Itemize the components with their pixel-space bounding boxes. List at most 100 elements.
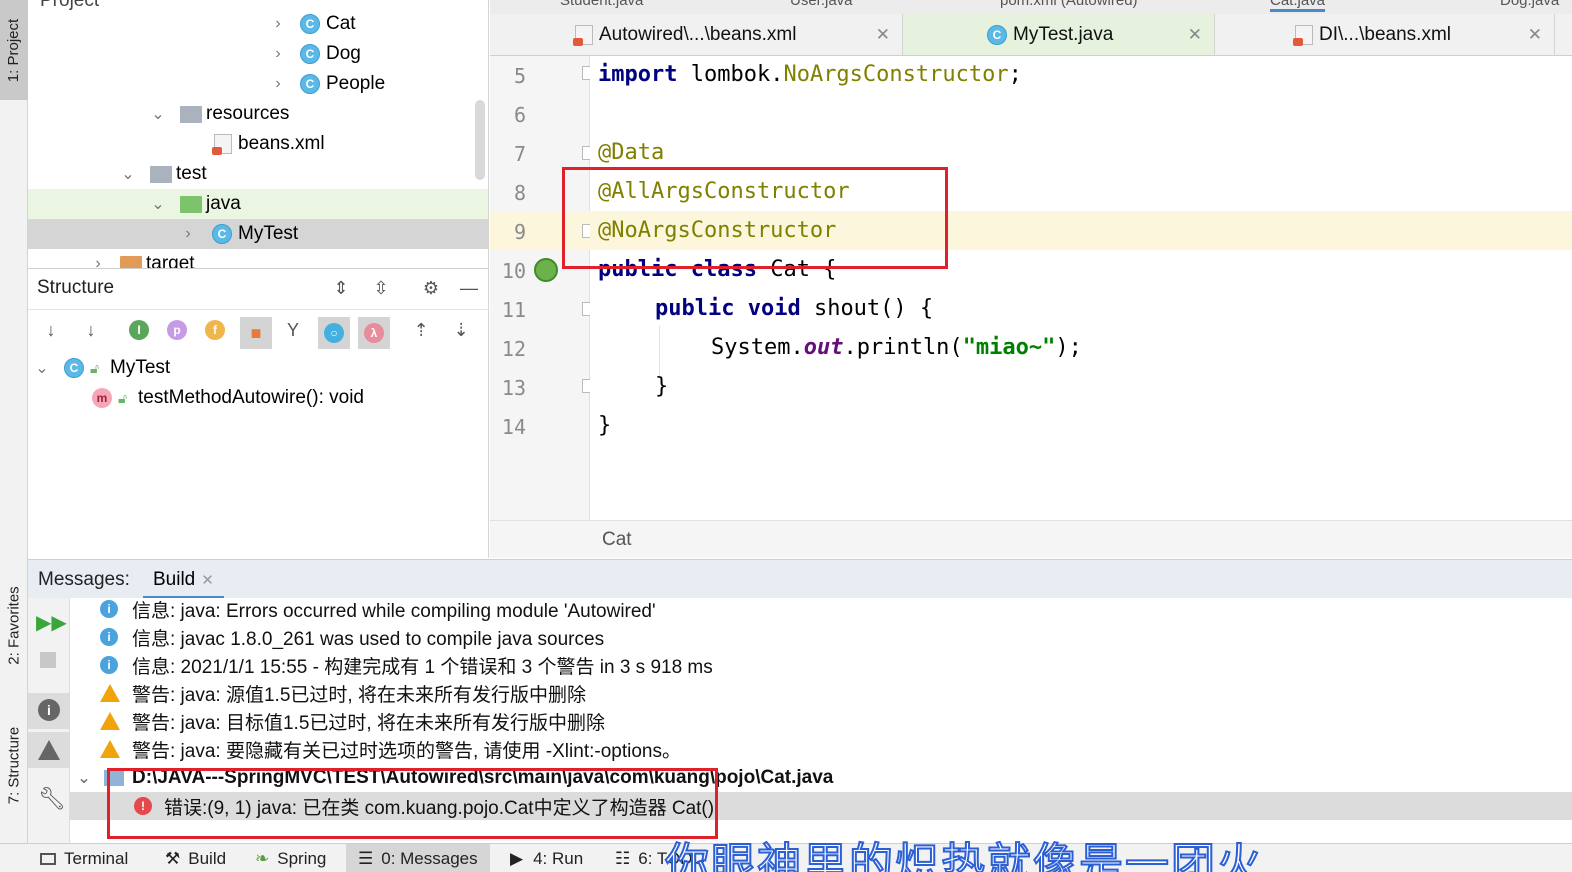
tree-item-target[interactable]: › target: [28, 249, 488, 268]
code-line-8: @AllArgsConstructor: [598, 179, 850, 204]
top-tab-student[interactable]: Student.java: [560, 0, 643, 9]
messages-icon: ☰: [358, 848, 374, 868]
code-editor[interactable]: import lombok.NoArgsConstructor; @Data @…: [590, 56, 1572, 520]
show-warnings-toggle[interactable]: [28, 732, 70, 768]
tree-item-mytest[interactable]: › C MyTest: [28, 219, 488, 249]
structure-tool-tab[interactable]: 7: Structure: [0, 700, 28, 830]
breadcrumb[interactable]: Cat: [490, 520, 1572, 558]
structure-root[interactable]: ⌄ C 🔓︎ MyTest: [28, 353, 489, 383]
chevron-down-icon[interactable]: ⌄: [74, 768, 94, 788]
messages-header: Messages: Build ✕: [28, 559, 1572, 599]
wrench-icon[interactable]: 🔧︎: [38, 786, 66, 812]
chevron-right-icon[interactable]: ›: [268, 15, 288, 33]
message-file-row[interactable]: ⌄ D:\JAVA---SpringMVC\TEST\Autowired\src\…: [74, 764, 833, 792]
top-tab-cat[interactable]: Cat.java: [1270, 0, 1326, 12]
sort-alphabetically-icon[interactable]: ↓: [78, 317, 104, 343]
code-line-11: public void shout() {: [655, 296, 934, 321]
line-number: 9: [513, 220, 526, 244]
message-row[interactable]: i 信息: 2021/1/1 15:55 - 构建完成有 1 个错误和 3 个警告…: [100, 651, 713, 679]
close-icon[interactable]: ✕: [201, 572, 214, 589]
structure-panel: Structure ⇕ ⇳ ⚙ — ↓ ↓ I p f ■ Y ○ λ ⇡ ⇣ …: [28, 268, 489, 558]
minimize-icon[interactable]: —: [456, 275, 482, 301]
line-number: 5: [513, 64, 526, 88]
chevron-down-icon[interactable]: ⌄: [118, 164, 138, 184]
structure-method[interactable]: m 🔓︎ testMethodAutowire(): void: [28, 383, 489, 413]
show-inherited-icon[interactable]: I: [126, 317, 152, 343]
resources-folder-icon: [180, 105, 202, 123]
test-folder-icon: [180, 195, 202, 213]
warning-icon: [38, 740, 60, 760]
project-tool-tab[interactable]: 1: Project: [0, 0, 28, 100]
tab-run[interactable]: ▶ 4: Run: [510, 844, 583, 872]
tree-item-resources[interactable]: ⌄ resources: [28, 99, 488, 129]
lock-open-icon: 🔓︎: [118, 389, 128, 406]
rerun-icon[interactable]: ▶▶: [36, 610, 67, 635]
top-tab-pom[interactable]: pom.xml (Autowired): [1000, 0, 1138, 9]
show-properties-icon[interactable]: p: [164, 317, 190, 343]
tree-item-people[interactable]: › C People: [28, 69, 488, 99]
tab-di-beans-xml[interactable]: DI\...\beans.xml ✕: [1215, 14, 1555, 55]
line-number: 13: [501, 376, 526, 400]
tab-mytest-java[interactable]: C MyTest.java ✕: [903, 14, 1215, 55]
message-row[interactable]: 警告: java: 源值1.5已过时, 将在未来所有发行版中删除: [100, 679, 586, 707]
project-scrollbar[interactable]: [475, 100, 485, 180]
tab-autowired-beans-xml[interactable]: Autowired\...\beans.xml ✕: [565, 14, 903, 55]
show-anonymous-icon[interactable]: Y: [280, 317, 306, 343]
message-error-row[interactable]: ! 错误:(9, 1) java: 已在类 com.kuang.pojo.Cat中…: [134, 792, 714, 820]
code-line-5: import lombok.NoArgsConstructor;: [598, 62, 1022, 87]
spring-bean-gutter-icon[interactable]: [534, 258, 558, 282]
message-row[interactable]: 警告: java: 要隐藏有关已过时选项的警告, 请使用 -Xlint:-opt…: [100, 735, 681, 763]
show-fields-icon[interactable]: f: [202, 317, 228, 343]
tree-item-cat[interactable]: › C Cat: [28, 9, 488, 39]
message-row[interactable]: 警告: java: 目标值1.5已过时, 将在未来所有发行版中删除: [100, 707, 605, 735]
left-tool-stripe: 1: Project 2: Favorites 7: Structure: [0, 0, 28, 843]
tab-spring[interactable]: ❧ Spring: [255, 844, 326, 872]
top-tab-row: Student.java User.java pom.xml (Autowire…: [490, 0, 1572, 14]
top-tab-user[interactable]: User.java: [790, 0, 853, 9]
chevron-right-icon[interactable]: ›: [88, 255, 108, 268]
message-row[interactable]: i 信息: javac 1.8.0_261 was used to compile…: [100, 623, 604, 651]
show-info-toggle[interactable]: i: [28, 693, 70, 729]
tab-messages[interactable]: ☰ 0: Messages: [346, 844, 490, 872]
chevron-right-icon[interactable]: ›: [178, 225, 198, 243]
lambda-icon[interactable]: λ: [358, 317, 390, 349]
line-number: 6: [513, 103, 526, 127]
tree-item-java[interactable]: ⌄ java: [28, 189, 488, 219]
tree-item-dog[interactable]: › C Dog: [28, 39, 488, 69]
autoscroll-from-source-icon[interactable]: ⇣: [448, 317, 474, 343]
sort-by-visibility-icon[interactable]: ↓: [38, 317, 64, 343]
info-icon: i: [38, 699, 60, 721]
gear-icon[interactable]: ⚙: [418, 275, 444, 301]
line-number: 10: [501, 259, 526, 283]
chevron-right-icon[interactable]: ›: [268, 75, 288, 93]
editor-tabs: Student.java User.java pom.xml (Autowire…: [490, 0, 1572, 56]
autoscroll-to-source-icon[interactable]: ⇡: [408, 317, 434, 343]
close-icon[interactable]: ✕: [1528, 25, 1542, 45]
tab-terminal[interactable]: Terminal: [40, 844, 128, 872]
tree-item-test[interactable]: ⌄ test: [28, 159, 488, 189]
class-icon: C: [300, 14, 320, 34]
top-tab-dog[interactable]: Dog.java: [1500, 0, 1559, 9]
video-subtitle: 你眼神里的炽热就像是一团火: [664, 839, 1263, 872]
show-lambdas-icon[interactable]: ○: [318, 317, 350, 349]
chevron-down-icon[interactable]: ⌄: [148, 104, 168, 124]
message-row[interactable]: i 信息: java: Errors occurred while compili…: [100, 595, 656, 623]
list-icon: ☷: [615, 848, 631, 868]
stop-icon[interactable]: [40, 652, 56, 668]
test-class-icon: C: [987, 25, 1007, 45]
chevron-down-icon[interactable]: ⌄: [32, 358, 52, 378]
tree-item-beans-xml[interactable]: beans.xml: [28, 129, 488, 159]
tab-build[interactable]: Build ✕: [143, 560, 224, 599]
line-number: 8: [513, 181, 526, 205]
expand-all-icon[interactable]: ⇕: [328, 275, 354, 301]
line-number: 12: [501, 337, 526, 361]
chevron-right-icon[interactable]: ›: [268, 45, 288, 63]
tab-build-bottom[interactable]: ⚒ Build: [165, 844, 226, 872]
lock-icon[interactable]: ■: [240, 317, 272, 349]
collapse-all-icon[interactable]: ⇳: [368, 275, 394, 301]
favorites-tool-tab[interactable]: 2: Favorites: [0, 560, 28, 690]
close-icon[interactable]: ✕: [876, 25, 890, 45]
play-icon: ▶: [510, 848, 524, 868]
chevron-down-icon[interactable]: ⌄: [148, 194, 168, 214]
close-icon[interactable]: ✕: [1188, 25, 1202, 45]
